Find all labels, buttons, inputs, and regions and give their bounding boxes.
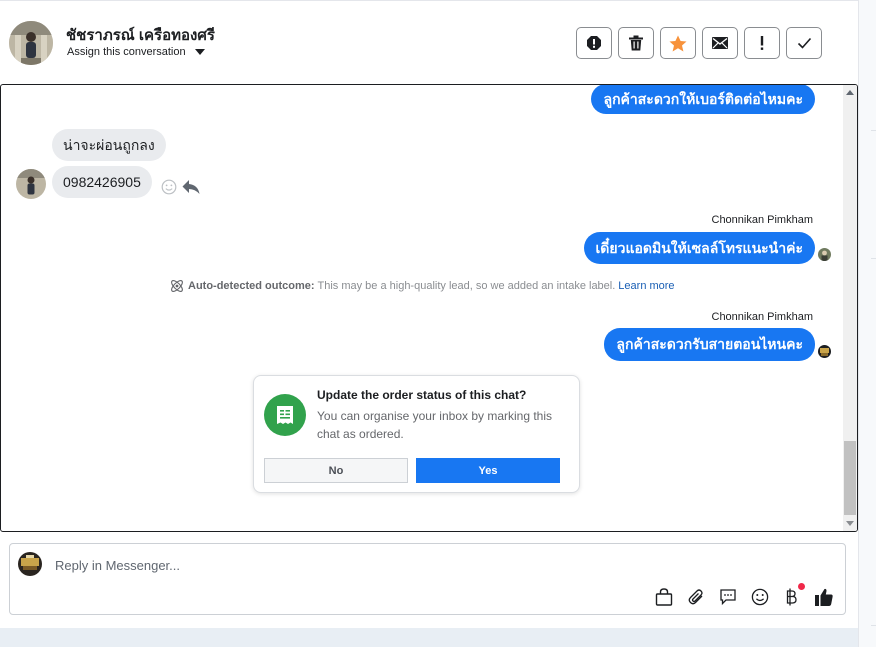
order-status-card: Update the order status of this chat? Yo… bbox=[253, 375, 580, 493]
page-background bbox=[0, 628, 876, 647]
agent-avatar bbox=[818, 345, 831, 358]
message-bubble-incoming: น่าจะผ่อนถูกลง bbox=[52, 129, 166, 161]
scrollbar-thumb[interactable] bbox=[844, 441, 856, 515]
notification-dot bbox=[798, 583, 805, 590]
bag-icon bbox=[655, 588, 673, 606]
receipt-icon bbox=[264, 394, 306, 436]
side-panel-edge bbox=[858, 0, 876, 647]
assign-conversation-dropdown[interactable]: Assign this conversation bbox=[67, 46, 205, 58]
email-button[interactable] bbox=[702, 27, 738, 59]
payment-button[interactable] bbox=[781, 583, 805, 608]
thumbs-up-icon bbox=[815, 588, 833, 606]
yes-button[interactable]: Yes bbox=[416, 458, 560, 483]
mail-icon bbox=[712, 37, 728, 49]
reply-button[interactable] bbox=[182, 179, 200, 195]
conversation-actions bbox=[576, 27, 822, 59]
like-button[interactable] bbox=[813, 586, 835, 608]
auto-detected-notice: Auto-detected outcome: This may be a hig… bbox=[169, 278, 675, 294]
no-button[interactable]: No bbox=[264, 458, 408, 483]
notice-text: This may be a high-quality lead, so we a… bbox=[317, 280, 616, 292]
follow-up-button[interactable] bbox=[744, 27, 780, 59]
message-bubble-incoming: 0982426905 bbox=[52, 166, 152, 198]
page-avatar bbox=[18, 552, 42, 576]
contact-name: ชัชราภรณ์ เครือทองศรี bbox=[66, 27, 215, 44]
emoji-icon bbox=[751, 588, 769, 606]
saved-replies-button[interactable] bbox=[717, 586, 739, 608]
react-emoji-button[interactable] bbox=[161, 179, 177, 195]
baht-icon bbox=[786, 588, 797, 606]
trash-icon bbox=[629, 35, 643, 51]
reply-icon bbox=[182, 180, 200, 194]
sender-name: Chonnikan Pimkham bbox=[711, 311, 814, 323]
paperclip-icon bbox=[688, 589, 703, 605]
sender-name: Chonnikan Pimkham bbox=[711, 214, 814, 226]
contact-avatar-small bbox=[16, 169, 46, 199]
card-description: You can organise your inbox by marking t… bbox=[317, 409, 553, 441]
delete-button[interactable] bbox=[618, 27, 654, 59]
exclamation-icon bbox=[760, 36, 764, 50]
scrollbar[interactable] bbox=[843, 85, 857, 531]
caret-down-icon bbox=[194, 49, 205, 55]
assign-label: Assign this conversation bbox=[67, 46, 186, 58]
saved-reply-icon bbox=[720, 589, 736, 606]
agent-avatar bbox=[818, 248, 831, 261]
emoji-icon bbox=[161, 179, 177, 195]
message-thread[interactable]: ลูกค้าสะดวกให้เบอร์ติดต่อไหมคะ น่าจะผ่อน… bbox=[0, 84, 858, 532]
contact-avatar[interactable] bbox=[9, 21, 53, 65]
check-icon bbox=[797, 37, 811, 49]
spam-icon bbox=[587, 36, 601, 50]
scroll-down-arrow[interactable] bbox=[846, 521, 854, 526]
scroll-up-arrow[interactable] bbox=[846, 90, 854, 95]
shop-button[interactable] bbox=[653, 586, 675, 608]
message-bubble-outgoing: ลูกค้าสะดวกรับสายตอนไหนคะ bbox=[604, 328, 815, 361]
attach-button[interactable] bbox=[685, 586, 707, 608]
mark-done-button[interactable] bbox=[786, 27, 822, 59]
learn-more-link[interactable]: Learn more bbox=[618, 280, 674, 292]
notice-label: Auto-detected outcome: bbox=[188, 280, 315, 292]
atom-icon bbox=[171, 280, 183, 292]
message-bubble-outgoing: ลูกค้าสะดวกให้เบอร์ติดต่อไหมคะ bbox=[591, 85, 815, 114]
card-title: Update the order status of this chat? bbox=[317, 388, 527, 402]
emoji-button[interactable] bbox=[749, 586, 771, 608]
reply-input[interactable] bbox=[55, 554, 615, 576]
reply-composer bbox=[9, 543, 846, 615]
star-button[interactable] bbox=[660, 27, 696, 59]
star-icon bbox=[669, 35, 687, 51]
message-bubble-outgoing: เดี๋ยวแอดมินให้เซลล์โทรแนะนำค่ะ bbox=[583, 232, 815, 264]
mark-spam-button[interactable] bbox=[576, 27, 612, 59]
composer-toolbar bbox=[653, 583, 835, 608]
conversation-header: ชัชราภรณ์ เครือทองศรี Assign this conver… bbox=[0, 0, 858, 85]
